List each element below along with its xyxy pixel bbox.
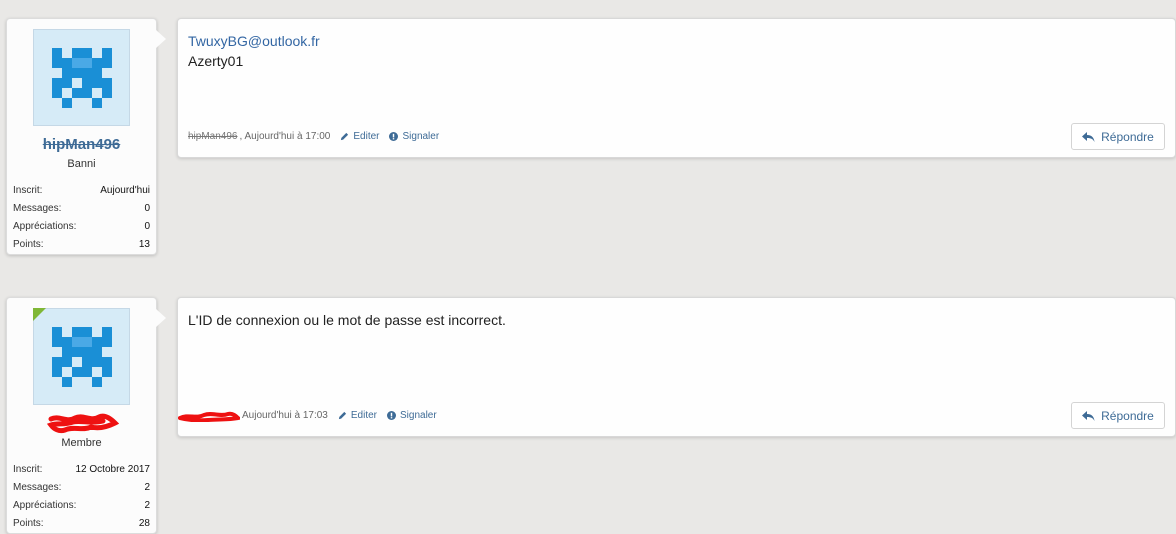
reply-arrow-icon (1082, 131, 1095, 142)
edit-link[interactable]: Editer (338, 410, 377, 421)
report-label: Signaler (400, 409, 437, 421)
meta-date[interactable]: Aujourd'hui à 17:03 (242, 410, 328, 421)
avatar[interactable] (33, 308, 130, 405)
email-link[interactable]: TwuxyBG@outlook.fr (188, 31, 320, 51)
stat-row: Messages: 0 (13, 200, 150, 218)
stat-row: Appréciations: 0 (13, 218, 150, 236)
stat-value: 2 (144, 500, 150, 511)
edit-label: Editer (350, 409, 377, 421)
stat-value: 13 (138, 239, 150, 250)
message-text: Azerty01 (188, 53, 244, 69)
stat-key: Messages: (13, 482, 62, 493)
stat-row: Messages: 2 (13, 479, 150, 497)
username[interactable]: hipMan496 (7, 136, 156, 153)
online-indicator (33, 308, 46, 321)
exclamation-circle-icon (389, 131, 399, 141)
user-title: Membre (61, 437, 102, 449)
report-label: Signaler (402, 130, 440, 142)
exclamation-circle-icon (387, 410, 396, 420)
stat-value: Aujourd'hui (100, 185, 150, 196)
message-content: L'ID de connexion ou le mot de passe est… (177, 297, 1176, 437)
edit-link[interactable]: Editer (340, 131, 379, 142)
pencil-icon (341, 132, 349, 140)
stat-key: Points: (13, 518, 44, 529)
edit-label: Editer (353, 130, 380, 142)
card-pointer (156, 30, 166, 48)
reply-button[interactable]: Répondre (1071, 123, 1165, 150)
user-info-card: hipMan496 Banni Inscrit: Aujourd'hui Mes… (6, 18, 157, 255)
stat-row: Appréciations: 2 (13, 497, 150, 515)
stat-value: 28 (138, 518, 150, 529)
stat-key: Appréciations: (13, 221, 77, 232)
user-info-card: Membre Inscrit: 12 Octobre 2017 Messages… (6, 297, 157, 534)
reply-arrow-icon (1082, 410, 1095, 421)
stat-key: Appréciations: (13, 500, 77, 511)
user-stats: Inscrit: 12 Octobre 2017 Messages: 2 App… (13, 461, 150, 533)
reply-label: Répondre (1101, 408, 1154, 423)
message-meta: Aujourd'hui à 17:03 Editer Signaler (178, 408, 437, 422)
stat-row: Inscrit: 12 Octobre 2017 (13, 461, 150, 479)
redacted-author (178, 411, 240, 422)
user-stats: Inscrit: Aujourd'hui Messages: 0 Appréci… (13, 182, 150, 254)
stat-value: 0 (144, 221, 150, 232)
user-title: Banni (67, 158, 96, 170)
stat-value: 12 Octobre 2017 (75, 464, 151, 475)
stat-key: Inscrit: (13, 185, 43, 196)
stat-row: Points: 28 (13, 515, 150, 533)
stat-key: Inscrit: (13, 464, 43, 475)
stat-value: 0 (144, 203, 150, 214)
message-content: TwuxyBG@outlook.fr Azerty01 hipMan496 , … (177, 18, 1176, 158)
meta-date[interactable]: , Aujourd'hui à 17:00 (239, 131, 330, 142)
avatar[interactable] (33, 29, 130, 126)
stat-key: Points: (13, 239, 44, 250)
card-pointer (156, 309, 166, 327)
avatar-identicon (51, 326, 112, 387)
stat-row: Inscrit: Aujourd'hui (13, 182, 150, 200)
redacted-username (47, 413, 119, 434)
report-link[interactable]: Signaler (389, 131, 439, 142)
reply-label: Répondre (1101, 129, 1154, 144)
message-meta: hipMan496 , Aujourd'hui à 17:00 Editer S… (188, 129, 439, 143)
message-body: TwuxyBG@outlook.fr Azerty01 (188, 31, 320, 71)
stat-key: Messages: (13, 203, 62, 214)
reply-button[interactable]: Répondre (1071, 402, 1165, 429)
avatar-identicon (51, 47, 112, 108)
pencil-icon (338, 411, 346, 419)
meta-author[interactable]: hipMan496 (188, 131, 237, 142)
message-text: L'ID de connexion ou le mot de passe est… (188, 312, 506, 328)
stat-row: Points: 13 (13, 236, 150, 254)
message-body: L'ID de connexion ou le mot de passe est… (188, 310, 506, 330)
report-link[interactable]: Signaler (387, 410, 437, 421)
stat-value: 2 (144, 482, 150, 493)
